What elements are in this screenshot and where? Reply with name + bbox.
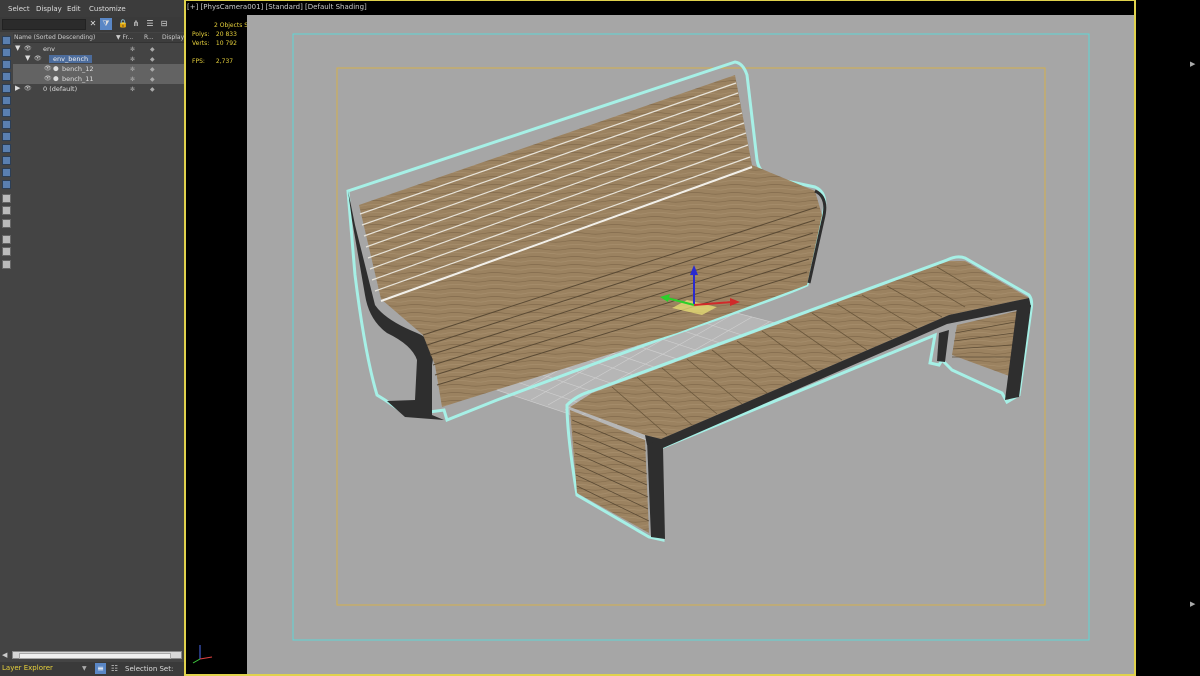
object-name: bench_12 — [62, 65, 94, 73]
frozen-toggle-icon[interactable]: ✻ — [130, 86, 135, 93]
chevron-down-icon[interactable]: ▼ — [82, 665, 87, 672]
display-spacewarps-icon[interactable] — [2, 108, 11, 117]
render-toggle-icon[interactable]: ◆ — [150, 66, 155, 73]
tree-row-env[interactable]: ▼ 👁 env ✻ ◆ — [13, 44, 184, 54]
sort-by-hierarchy-icon[interactable]: ☷ — [109, 663, 120, 674]
display-shapes-icon[interactable] — [2, 60, 11, 69]
render-toggle-icon[interactable]: ◆ — [150, 46, 155, 53]
menu-edit[interactable]: Edit — [67, 5, 81, 13]
expand-panel-icon[interactable]: ▶ — [1190, 600, 1195, 608]
viewport-label[interactable]: [+] [PhysCamera001] [Standard] [Default … — [187, 3, 367, 11]
eye-icon[interactable]: 👁 — [44, 75, 52, 82]
expand-arrow-icon[interactable]: ▼ — [15, 44, 20, 52]
menu-customize[interactable]: Customize — [89, 5, 126, 13]
display-lights-icon[interactable] — [2, 72, 11, 81]
display-folder-icon[interactable] — [2, 260, 11, 269]
eye-icon[interactable]: 👁 — [24, 45, 32, 52]
explorer-menubar: Select Display Edit Customize — [0, 0, 184, 17]
tree-row-bench-11[interactable]: 👁 ⬤ bench_11 ✻ ◆ — [13, 74, 184, 84]
column-name[interactable]: Name (Sorted Descending) — [14, 34, 95, 41]
menu-display[interactable]: Display — [36, 5, 62, 13]
display-cameras-icon[interactable] — [2, 84, 11, 93]
frozen-toggle-icon[interactable]: ✻ — [130, 66, 135, 73]
display-containers-icon[interactable] — [2, 156, 11, 165]
layer-name: env — [43, 45, 55, 53]
scene-explorer-panel: Select Display Edit Customize ✕ ⧩ 🔒 ⋔ ☰ … — [0, 0, 184, 676]
sort-by-layer-icon[interactable]: ≡ — [95, 663, 106, 674]
display-invert-icon[interactable] — [2, 206, 11, 215]
display-geometry-icon[interactable] — [2, 48, 11, 57]
hierarchy-icon[interactable]: ⋔ — [130, 18, 142, 30]
search-input[interactable] — [2, 19, 86, 30]
display-layers-icon[interactable] — [2, 235, 11, 244]
column-render[interactable]: R... — [144, 34, 154, 41]
display-xrefs-icon[interactable] — [2, 132, 11, 141]
display-helpers-icon[interactable] — [2, 96, 11, 105]
tree-row-env-bench[interactable]: ▼ 👁 env_bench ✻ ◆ — [13, 54, 184, 64]
tree-row-bench-12[interactable]: 👁 ⬤ bench_12 ✻ ◆ — [13, 64, 184, 74]
command-panel-collapsed: ▶ ▶ — [1136, 0, 1200, 676]
display-all-icon[interactable] — [2, 36, 11, 45]
filter-icon[interactable]: ⧩ — [100, 18, 112, 30]
clear-search-icon[interactable]: ✕ — [87, 18, 99, 30]
explorer-side-toolbar — [0, 32, 13, 272]
layer-name: 0 (default) — [43, 85, 78, 93]
horizontal-scrollbar[interactable] — [12, 651, 182, 659]
object-icon: ⬤ — [53, 76, 59, 82]
render-toggle-icon[interactable]: ◆ — [150, 56, 155, 63]
scene-render[interactable] — [247, 15, 1134, 674]
display-document-icon[interactable] — [2, 219, 11, 228]
expand-panel-icon[interactable]: ▶ — [1190, 60, 1195, 68]
frozen-toggle-icon[interactable]: ✻ — [130, 46, 135, 53]
collapse-arrow-icon[interactable]: ▶ — [15, 84, 20, 92]
display-groups-icon[interactable] — [2, 120, 11, 129]
column-header: Name (Sorted Descending) ▼ Fr... R... Di… — [13, 33, 184, 43]
display-frozen-icon[interactable] — [2, 168, 11, 177]
object-name: bench_11 — [62, 75, 94, 83]
frozen-toggle-icon[interactable]: ✻ — [130, 76, 135, 83]
display-hidden-icon[interactable] — [2, 180, 11, 189]
render-area[interactable] — [247, 15, 1134, 674]
explorer-type-label: Layer Explorer — [2, 664, 53, 672]
menu-select[interactable]: Select — [8, 5, 30, 13]
explorer-statusbar: Layer Explorer ▼ ≡ ☷ Selection Set: — [0, 662, 184, 676]
tree-row-default-layer[interactable]: ▶ 👁 0 (default) ✻ ◆ — [13, 84, 184, 94]
camera-viewport[interactable]: [+] [PhysCamera001] [Standard] [Default … — [186, 1, 1134, 674]
eye-icon[interactable]: 👁 — [34, 55, 42, 62]
display-none-icon[interactable] — [2, 194, 11, 203]
axis-tripod-icon — [192, 645, 213, 664]
selection-set-label: Selection Set: — [125, 665, 174, 673]
layer-name: env_bench — [49, 55, 93, 63]
column-frozen[interactable]: ▼ Fr... — [116, 34, 133, 41]
frozen-toggle-icon[interactable]: ✻ — [130, 56, 135, 63]
scroll-left-icon[interactable]: ◀ — [2, 651, 7, 659]
render-toggle-icon[interactable]: ◆ — [150, 76, 155, 83]
display-filter-icon[interactable] — [2, 247, 11, 256]
column-display[interactable]: Display — [162, 34, 184, 41]
layer-tree-icon[interactable]: ⊟ — [158, 18, 170, 30]
scrollbar-thumb[interactable] — [19, 653, 171, 659]
render-toggle-icon[interactable]: ◆ — [150, 86, 155, 93]
display-bones-icon[interactable] — [2, 144, 11, 153]
object-icon: ⬤ — [53, 66, 59, 72]
eye-icon[interactable]: 👁 — [24, 85, 32, 92]
layer-stack-icon[interactable]: ☰ — [144, 18, 156, 30]
expand-arrow-icon[interactable]: ▼ — [25, 54, 30, 62]
lock-icon[interactable]: 🔒 — [117, 18, 129, 30]
eye-icon[interactable]: 👁 — [44, 65, 52, 72]
